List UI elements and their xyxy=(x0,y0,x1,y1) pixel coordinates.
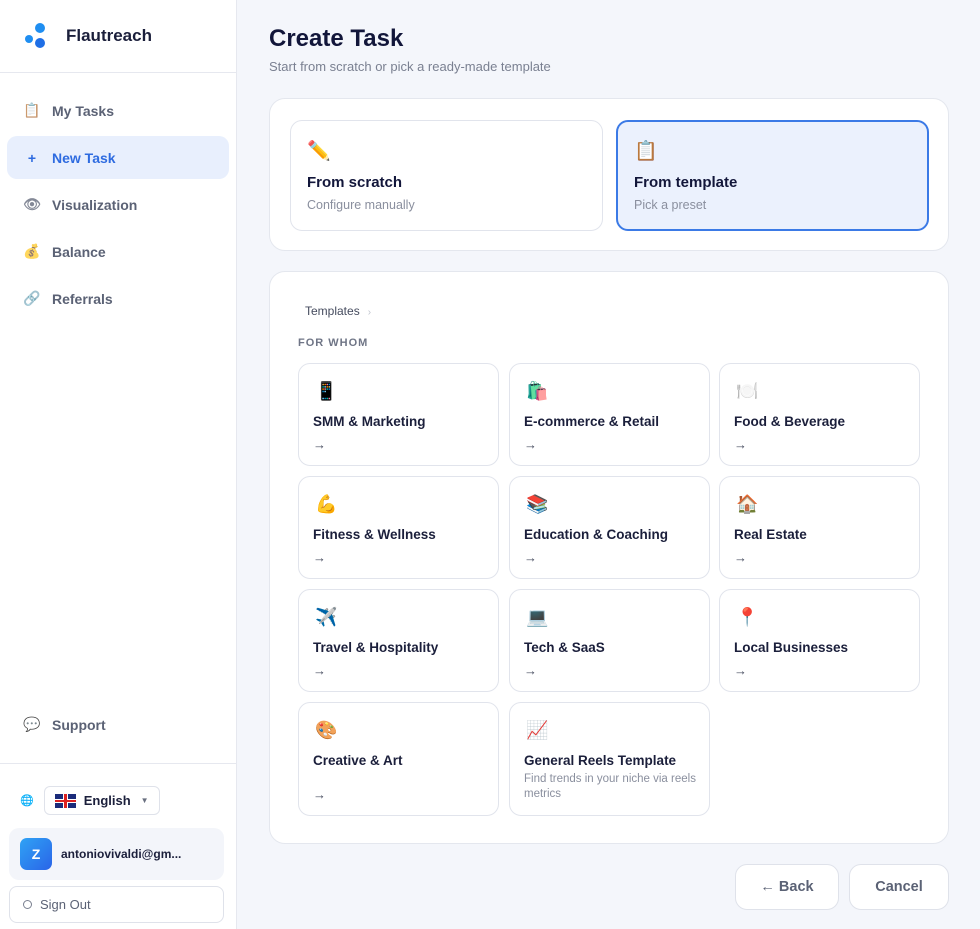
sidebar-item-label: New Task xyxy=(52,149,116,166)
palette-icon: 🎨 xyxy=(315,720,338,740)
laptop-icon: 💻 xyxy=(526,607,549,627)
page-subtitle: Start from scratch or pick a ready-made … xyxy=(269,59,551,74)
template-card-real-estate[interactable]: 🏠 Real Estate → xyxy=(719,476,920,579)
template-title: E-commerce & Retail xyxy=(524,414,660,429)
mode-description: Pick a preset xyxy=(634,198,707,212)
clipboard-icon: 📋 xyxy=(634,141,658,162)
template-card-smm-marketing[interactable]: 📱 SMM & Marketing → xyxy=(298,363,499,466)
phone-icon: 📱 xyxy=(315,381,338,401)
arrow-right-icon: → xyxy=(734,550,747,565)
template-title: Education & Coaching xyxy=(524,527,669,542)
templates-panel: Templates › FOR WHOM 📱 SMM & Marketing → … xyxy=(269,271,949,844)
language-select[interactable]: English ▼ xyxy=(43,786,160,815)
section-label: FOR WHOM xyxy=(298,337,369,349)
uk-flag-icon xyxy=(54,793,76,808)
sidebar-nav: 📋 My Tasks + New Task 👁 Visualization 💰 … xyxy=(0,73,236,320)
template-card-tech-saas[interactable]: 💻 Tech & SaaS → xyxy=(509,589,710,692)
sidebar-item-label: My Tasks xyxy=(52,102,114,119)
back-button[interactable]: ← Back xyxy=(735,864,839,910)
brand[interactable]: Flautreach xyxy=(0,0,236,73)
link-icon: 🔗 xyxy=(23,290,41,306)
clipboard-icon: 📋 xyxy=(23,102,41,118)
avatar: Z xyxy=(20,838,52,870)
arrow-right-icon: → xyxy=(524,437,537,452)
sidebar-item-referrals[interactable]: 🔗 Referrals xyxy=(7,277,229,320)
chevron-right-icon: › xyxy=(367,307,372,318)
sidebar-item-label: Support xyxy=(52,716,106,733)
language-label: English xyxy=(83,793,131,808)
template-title: General Reels Template xyxy=(524,753,677,768)
user-email: antoniovivaldi@gm... xyxy=(61,847,182,861)
arrow-right-icon: → xyxy=(313,663,326,678)
mode-title: From scratch xyxy=(307,174,403,191)
chart-up-icon: 📈 xyxy=(526,720,549,740)
arrow-right-icon: → xyxy=(313,787,326,802)
template-title: Real Estate xyxy=(734,527,807,542)
brand-name: Flautreach xyxy=(66,26,152,45)
sidebar: Flautreach 📋 My Tasks + New Task 👁 Visua… xyxy=(0,0,237,929)
user-card[interactable]: Z antoniovivaldi@gm... xyxy=(9,828,224,880)
template-title: Tech & SaaS xyxy=(524,640,605,655)
sidebar-item-balance[interactable]: 💰 Balance xyxy=(7,230,229,273)
plate-icon: 🍽️ xyxy=(736,381,759,401)
logo-icon xyxy=(25,23,49,49)
eye-icon: 👁 xyxy=(23,196,41,212)
from-template-option[interactable]: 📋 From template Pick a preset xyxy=(616,120,929,231)
sign-out-label: Sign Out xyxy=(40,897,91,912)
muscle-icon: 💪 xyxy=(315,494,338,514)
sidebar-item-visualization[interactable]: 👁 Visualization xyxy=(7,183,229,226)
template-title: Travel & Hospitality xyxy=(313,640,439,655)
mode-title: From template xyxy=(634,174,738,191)
chevron-down-icon: ▼ xyxy=(140,796,149,805)
arrow-right-icon: → xyxy=(313,550,326,565)
template-card-travel-hospitality[interactable]: ✈️ Travel & Hospitality → xyxy=(298,589,499,692)
template-card-general-reels[interactable]: 📈 General Reels Template Find trends in … xyxy=(509,702,710,816)
template-description: Find trends in your niche via reels metr… xyxy=(524,773,696,800)
plus-icon: + xyxy=(27,149,37,166)
chat-bubble-icon: 💬 xyxy=(23,716,41,732)
template-title: Food & Beverage xyxy=(734,414,846,429)
template-card-food-beverage[interactable]: 🍽️ Food & Beverage → xyxy=(719,363,920,466)
sign-out-button[interactable]: Sign Out xyxy=(9,886,224,923)
books-icon: 📚 xyxy=(526,494,549,514)
page-title: Create Task xyxy=(269,25,404,52)
arrow-right-icon: → xyxy=(524,550,537,565)
globe-icon: 🌐 xyxy=(20,795,34,807)
arrow-right-icon: → xyxy=(734,437,747,452)
shopping-bag-icon: 🛍️ xyxy=(526,381,549,401)
template-title: Creative & Art xyxy=(313,753,403,768)
house-icon: 🏠 xyxy=(736,494,759,514)
from-scratch-option[interactable]: ✏️ From scratch Configure manually xyxy=(290,120,603,231)
arrow-right-icon: → xyxy=(734,663,747,678)
sidebar-item-label: Visualization xyxy=(52,196,138,213)
sidebar-item-label: Balance xyxy=(52,243,106,260)
mode-description: Configure manually xyxy=(307,198,415,212)
cancel-button[interactable]: Cancel xyxy=(849,864,949,910)
sidebar-item-my-tasks[interactable]: 📋 My Tasks xyxy=(7,89,229,132)
arrow-right-icon: → xyxy=(313,437,326,452)
template-card-education-coaching[interactable]: 📚 Education & Coaching → xyxy=(509,476,710,579)
breadcrumb-templates[interactable]: Templates xyxy=(305,304,360,318)
template-title: Local Businesses xyxy=(734,640,849,655)
sidebar-item-label: Referrals xyxy=(52,290,113,307)
sidebar-item-new-task[interactable]: + New Task xyxy=(7,136,229,179)
pin-icon: 📍 xyxy=(736,607,759,627)
sidebar-footer: 🌐 English ▼ Z antoniovivaldi@gm... Sign … xyxy=(0,763,236,923)
pencil-icon: ✏️ xyxy=(307,141,331,162)
template-card-creative-art[interactable]: 🎨 Creative & Art → xyxy=(298,702,499,816)
template-card-ecommerce-retail[interactable]: 🛍️ E-commerce & Retail → xyxy=(509,363,710,466)
template-title: Fitness & Wellness xyxy=(313,527,436,542)
sign-out-icon xyxy=(23,900,32,909)
arrow-right-icon: → xyxy=(524,663,537,678)
template-card-fitness-wellness[interactable]: 💪 Fitness & Wellness → xyxy=(298,476,499,579)
airplane-icon: ✈️ xyxy=(315,607,338,627)
template-card-local-businesses[interactable]: 📍 Local Businesses → xyxy=(719,589,920,692)
sidebar-item-support[interactable]: 💬 Support xyxy=(7,703,229,746)
mode-selector: ✏️ From scratch Configure manually 📋 Fro… xyxy=(269,98,949,251)
template-title: SMM & Marketing xyxy=(313,414,426,429)
breadcrumb: Templates › xyxy=(305,304,371,318)
money-bag-icon: 💰 xyxy=(23,243,41,259)
